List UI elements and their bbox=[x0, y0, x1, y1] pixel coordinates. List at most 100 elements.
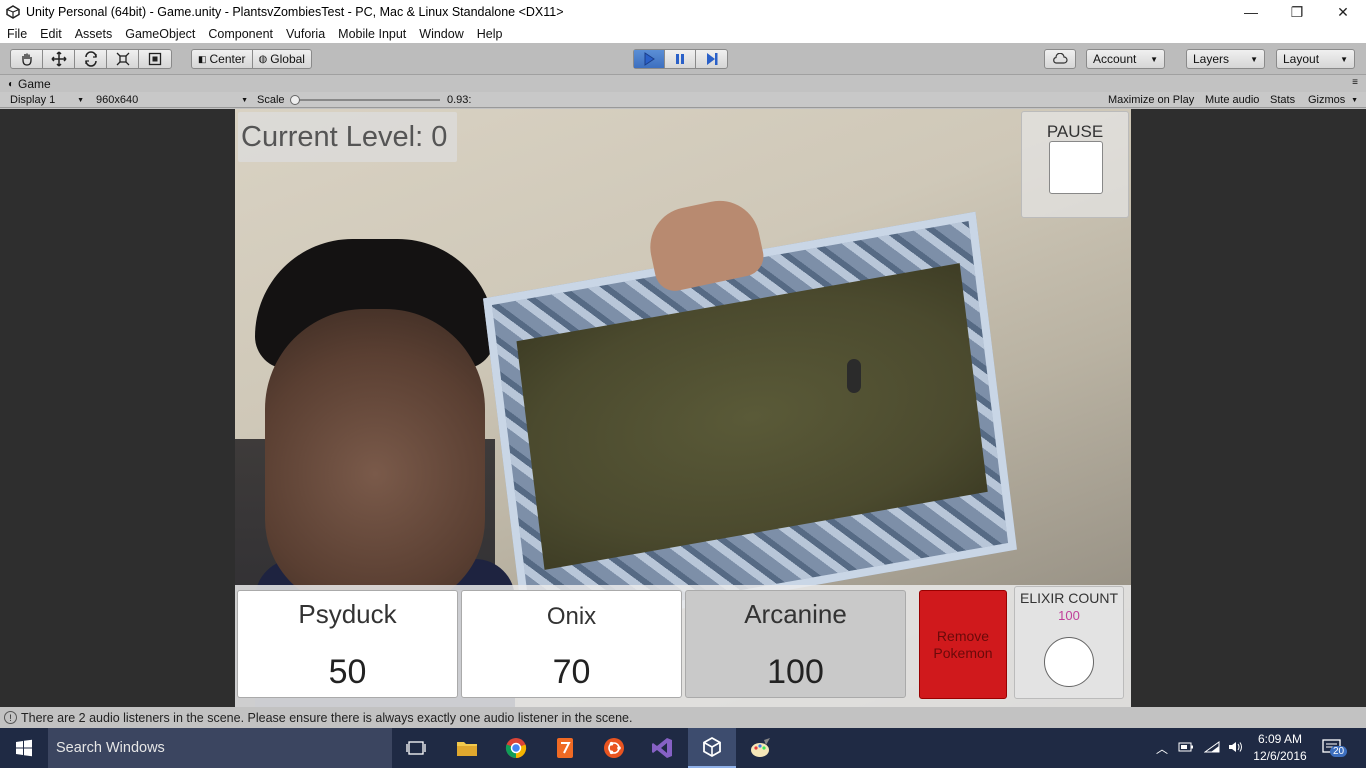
scale-label: Scale bbox=[257, 94, 285, 106]
notification-icon: 20 bbox=[1322, 738, 1348, 758]
pokemon-name: Arcanine bbox=[744, 599, 847, 629]
pokemon-cost: 100 bbox=[767, 653, 824, 691]
layers-dropdown[interactable]: Layers ▼ bbox=[1186, 49, 1265, 69]
menu-help[interactable]: Help bbox=[477, 27, 503, 41]
pause-button[interactable] bbox=[665, 50, 696, 68]
volume-icon[interactable] bbox=[1228, 741, 1244, 756]
pivot-center-icon: ◧ bbox=[198, 53, 207, 64]
globe-icon: ◍ bbox=[258, 53, 268, 65]
taskbar-chrome[interactable] bbox=[492, 728, 540, 768]
game-tab-label: Game bbox=[18, 77, 51, 91]
rect-icon bbox=[148, 52, 162, 66]
taskbar-clock[interactable]: 6:09 AM 12/6/2016 bbox=[1250, 731, 1310, 765]
game-view-toolbar: Display 1 ▼ 960x640 ▼ Scale 0.93: Maximi… bbox=[0, 92, 1366, 108]
pokemon-card-arcanine[interactable]: Arcanine 100 bbox=[685, 590, 906, 698]
play-icon bbox=[644, 52, 655, 66]
hand-icon bbox=[21, 53, 32, 66]
mute-audio-toggle[interactable]: Mute audio bbox=[1205, 93, 1259, 107]
caret-down-icon: ▼ bbox=[241, 96, 248, 104]
pause-label: PAUSE bbox=[1046, 122, 1104, 141]
battery-icon[interactable] bbox=[1178, 741, 1194, 756]
menu-mobile-input[interactable]: Mobile Input bbox=[338, 27, 406, 41]
elixir-value: 100 bbox=[1058, 608, 1080, 623]
pokemon-cost: 50 bbox=[328, 653, 367, 691]
slider-thumb[interactable] bbox=[290, 95, 300, 105]
scale-slider[interactable] bbox=[290, 93, 442, 107]
start-button[interactable] bbox=[0, 728, 48, 768]
hand-tool-button[interactable] bbox=[11, 50, 43, 68]
taskbar-unity[interactable] bbox=[688, 728, 736, 768]
ubuntu-icon bbox=[604, 738, 624, 758]
pokemon-name: Psyduck bbox=[298, 599, 397, 629]
cloud-button[interactable] bbox=[1044, 49, 1076, 69]
scale-icon bbox=[116, 52, 129, 66]
scale-tool-button[interactable] bbox=[107, 50, 139, 68]
pivot-toggles: ◧ Center ◍ Global bbox=[191, 49, 312, 69]
menu-gameobject[interactable]: GameObject bbox=[125, 27, 195, 41]
ar-target-image bbox=[483, 211, 1017, 637]
clock-time: 6:09 AM bbox=[1257, 732, 1303, 746]
rotate-tool-button[interactable] bbox=[75, 50, 107, 68]
game-tab[interactable]: ◐ Game ≡ bbox=[0, 76, 1366, 92]
menu-assets[interactable]: Assets bbox=[75, 27, 113, 41]
pokemon-card-psyduck[interactable]: Psyduck 50 bbox=[237, 590, 458, 698]
taskbar-visual-studio[interactable] bbox=[638, 728, 686, 768]
step-button[interactable] bbox=[696, 50, 727, 68]
account-dropdown[interactable]: Account ▼ bbox=[1086, 49, 1165, 69]
task-view-button[interactable] bbox=[392, 728, 440, 768]
visual-studio-icon bbox=[652, 738, 672, 758]
pivot-global-button[interactable]: ◍ Global bbox=[253, 50, 311, 68]
pause-panel: PAUSE bbox=[1021, 111, 1129, 218]
notification-count: 20 bbox=[1330, 745, 1348, 757]
play-button[interactable] bbox=[634, 50, 665, 68]
action-center-button[interactable]: 20 bbox=[1322, 728, 1348, 768]
current-level-label: Current Level: 0 bbox=[238, 112, 457, 162]
taskbar-paint[interactable] bbox=[737, 728, 785, 768]
remove-pokemon-button[interactable]: Remove Pokemon bbox=[919, 590, 1007, 699]
close-button[interactable]: ✕ bbox=[1320, 0, 1366, 24]
display-dropdown[interactable]: Display 1 ▼ bbox=[10, 93, 84, 107]
maximize-on-play-toggle[interactable]: Maximize on Play bbox=[1108, 93, 1194, 107]
tab-menu-icon[interactable]: ≡ bbox=[1352, 77, 1358, 88]
camera-feed: Current Level: 0 PAUSE Psyduck 50 Onix 7… bbox=[235, 109, 1131, 707]
unity-icon bbox=[703, 736, 721, 758]
pokemon-card-onix[interactable]: Onix 70 bbox=[461, 590, 682, 698]
chevron-up-icon[interactable]: ︿ bbox=[1156, 740, 1168, 757]
taskbar-app-orange[interactable] bbox=[541, 728, 589, 768]
layout-dropdown[interactable]: Layout ▼ bbox=[1276, 49, 1355, 69]
caret-down-icon: ▼ bbox=[1250, 54, 1258, 64]
rect-tool-button[interactable] bbox=[139, 50, 171, 68]
clock-date: 12/6/2016 bbox=[1253, 749, 1307, 763]
wifi-icon[interactable] bbox=[1203, 740, 1220, 756]
menu-component[interactable]: Component bbox=[208, 27, 273, 41]
pivot-center-button[interactable]: ◧ Center bbox=[192, 50, 253, 68]
move-tool-button[interactable] bbox=[43, 50, 75, 68]
search-box[interactable]: Search Windows bbox=[48, 728, 392, 768]
ar-grass-plane bbox=[516, 263, 988, 570]
console-status-bar[interactable]: ! There are 2 audio listeners in the sce… bbox=[0, 707, 1366, 728]
stats-toggle[interactable]: Stats bbox=[1270, 93, 1295, 107]
maximize-button[interactable]: ❐ bbox=[1274, 0, 1320, 24]
warning-icon: ! bbox=[4, 711, 17, 724]
taskbar-ubuntu[interactable] bbox=[590, 728, 638, 768]
paint-icon bbox=[751, 738, 770, 757]
menu-window[interactable]: Window bbox=[419, 27, 463, 41]
gizmos-dropdown[interactable]: Gizmos ▼ bbox=[1308, 93, 1358, 107]
app-icon bbox=[557, 738, 573, 758]
pause-game-button[interactable] bbox=[1049, 141, 1103, 194]
elixir-orb bbox=[1044, 637, 1094, 687]
menu-edit[interactable]: Edit bbox=[40, 27, 62, 41]
folder-icon bbox=[457, 742, 477, 756]
caret-down-icon: ▼ bbox=[1340, 54, 1348, 64]
taskbar-file-explorer[interactable] bbox=[443, 728, 491, 768]
menu-file[interactable]: File bbox=[7, 27, 27, 41]
resolution-dropdown[interactable]: 960x640 ▼ bbox=[96, 93, 248, 107]
rotate-icon bbox=[84, 51, 97, 67]
chrome-icon bbox=[505, 738, 527, 759]
scale-value: 0.93: bbox=[447, 94, 472, 106]
minimize-button[interactable]: — bbox=[1228, 0, 1274, 24]
elixir-count-panel: ELIXIR COUNT 100 bbox=[1014, 586, 1124, 699]
menu-vuforia[interactable]: Vuforia bbox=[286, 27, 325, 41]
windows-taskbar: Search Windows ︿ 6:09 AM 12/6/2016 20 bbox=[0, 728, 1366, 768]
move-icon bbox=[50, 51, 67, 67]
